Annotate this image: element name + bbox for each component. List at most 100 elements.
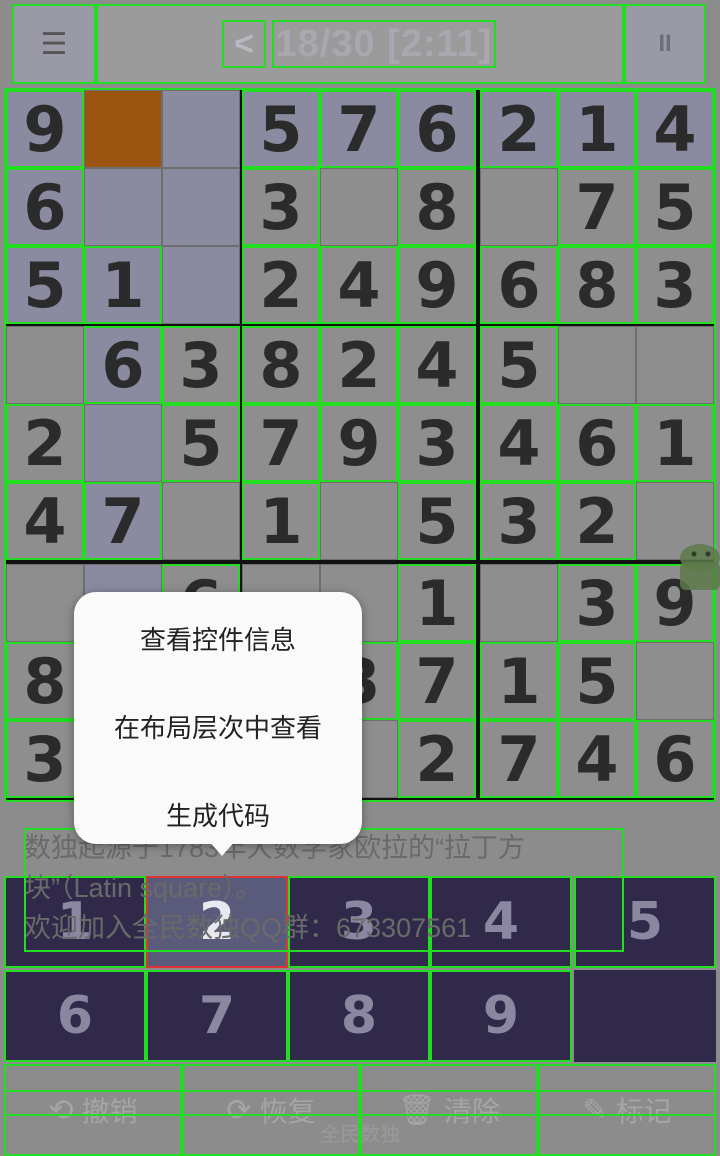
sudoku-cell[interactable]: 3 <box>242 168 320 246</box>
sudoku-cell[interactable]: 5 <box>242 90 320 168</box>
sudoku-cell[interactable]: 6 <box>6 168 84 246</box>
undo-icon: ⟲ <box>48 1093 74 1127</box>
sudoku-cell[interactable]: 9 <box>398 246 476 324</box>
puzzle-progress-timer: 18/30 [2:11] <box>272 20 496 68</box>
sudoku-cell[interactable]: 5 <box>480 326 558 404</box>
sudoku-cell[interactable]: 9 <box>320 404 398 482</box>
sudoku-cell[interactable]: 5 <box>398 482 476 560</box>
context-menu-popup: 查看控件信息 在布局层次中查看 生成代码 <box>74 592 362 844</box>
sudoku-cell[interactable]: 3 <box>558 564 636 642</box>
sudoku-cell[interactable]: 4 <box>558 720 636 798</box>
menu-item-generate-code[interactable]: 生成代码 <box>74 796 362 833</box>
sudoku-cell[interactable] <box>162 246 240 324</box>
sudoku-cell[interactable] <box>162 482 240 560</box>
sudoku-cell[interactable]: 7 <box>398 642 476 720</box>
sudoku-cell[interactable]: 1 <box>558 90 636 168</box>
sudoku-cell[interactable]: 1 <box>636 404 714 482</box>
sudoku-cell[interactable]: 2 <box>320 326 398 404</box>
toolbar-divider <box>4 1090 716 1092</box>
sudoku-cell[interactable]: 6 <box>398 90 476 168</box>
menu-item-view-in-hierarchy[interactable]: 在布局层次中查看 <box>74 708 362 745</box>
sudoku-cell[interactable]: 6 <box>84 326 162 404</box>
sudoku-cell[interactable]: 7 <box>480 720 558 798</box>
sudoku-cell[interactable]: 6 <box>636 720 714 798</box>
app-name-watermark: 全民数独 <box>320 1124 400 1146</box>
undo-button[interactable]: ⟲ 撤销 <box>4 1064 182 1156</box>
sudoku-cell[interactable]: 6 <box>558 404 636 482</box>
sudoku-cell[interactable]: 2 <box>558 482 636 560</box>
info-line-2: 块”（Latin square）。 <box>24 873 263 903</box>
sudoku-cell[interactable]: 3 <box>162 326 240 404</box>
pause-icon: II <box>658 30 672 57</box>
sudoku-cell[interactable]: 8 <box>558 246 636 324</box>
keypad-empty-slot <box>574 970 716 1062</box>
sudoku-cell[interactable]: 7 <box>558 168 636 246</box>
sudoku-cell[interactable] <box>480 168 558 246</box>
sudoku-cell[interactable] <box>84 168 162 246</box>
sudoku-cell[interactable] <box>84 404 162 482</box>
sudoku-cell[interactable]: 7 <box>242 404 320 482</box>
sudoku-cell[interactable]: 5 <box>558 642 636 720</box>
redo-icon: ⟳ <box>226 1093 252 1127</box>
sudoku-cell[interactable]: 7 <box>84 482 162 560</box>
sudoku-cell[interactable]: 8 <box>6 642 84 720</box>
pencil-icon: ✎ <box>582 1093 608 1127</box>
undo-label: 撤销 <box>81 1096 138 1127</box>
sudoku-cell[interactable]: 4 <box>480 404 558 482</box>
sudoku-cell[interactable]: 4 <box>320 246 398 324</box>
sudoku-cell[interactable] <box>636 642 714 720</box>
sudoku-cell[interactable]: 4 <box>6 482 84 560</box>
sudoku-cell[interactable]: 3 <box>6 720 84 798</box>
sudoku-cell[interactable]: 3 <box>636 246 714 324</box>
popup-pointer <box>208 840 236 856</box>
sudoku-cell[interactable]: 4 <box>398 326 476 404</box>
sudoku-cell[interactable] <box>162 168 240 246</box>
sudoku-cell[interactable] <box>162 90 240 168</box>
sudoku-cell[interactable]: 5 <box>162 404 240 482</box>
sudoku-cell[interactable]: 7 <box>320 90 398 168</box>
sudoku-cell[interactable]: 3 <box>480 482 558 560</box>
toolbar-divider <box>4 1114 716 1116</box>
sudoku-cell[interactable]: 8 <box>242 326 320 404</box>
mark-button[interactable]: ✎ 标记 <box>538 1064 716 1156</box>
sudoku-cell[interactable]: 9 <box>6 90 84 168</box>
sudoku-cell[interactable] <box>558 326 636 404</box>
number-key-6[interactable]: 6 <box>4 970 146 1062</box>
sudoku-cell[interactable]: 1 <box>398 564 476 642</box>
sudoku-cell[interactable]: 4 <box>636 90 714 168</box>
android-icon <box>680 544 720 590</box>
pause-button[interactable]: II <box>624 4 706 84</box>
menu-item-view-widget-info[interactable]: 查看控件信息 <box>74 620 362 657</box>
sudoku-cell[interactable] <box>6 564 84 642</box>
sudoku-cell[interactable]: 3 <box>398 404 476 482</box>
sudoku-cell[interactable]: 1 <box>480 642 558 720</box>
prev-puzzle-button[interactable]: < <box>222 20 266 68</box>
sudoku-cell[interactable]: 5 <box>636 168 714 246</box>
sudoku-cell[interactable]: 2 <box>480 90 558 168</box>
sudoku-cell[interactable] <box>6 326 84 404</box>
sudoku-cell[interactable] <box>636 326 714 404</box>
number-key-9[interactable]: 9 <box>430 970 572 1062</box>
menu-button[interactable]: ☰ <box>12 4 96 84</box>
number-key-7[interactable]: 7 <box>146 970 288 1062</box>
sudoku-cell[interactable]: 2 <box>6 404 84 482</box>
sudoku-cell[interactable]: 8 <box>398 168 476 246</box>
sudoku-cell[interactable]: 6 <box>480 246 558 324</box>
sudoku-cell[interactable]: 1 <box>84 246 162 324</box>
sudoku-cell[interactable]: 5 <box>6 246 84 324</box>
sudoku-cell[interactable] <box>84 90 162 168</box>
menu-icon: ☰ <box>40 27 68 61</box>
info-line-3: 欢迎加入全民数独QQ群：673307561 <box>24 913 472 943</box>
number-key-8[interactable]: 8 <box>288 970 430 1062</box>
sudoku-cell[interactable]: 1 <box>242 482 320 560</box>
sudoku-cell[interactable] <box>320 482 398 560</box>
sudoku-cell[interactable] <box>480 564 558 642</box>
redo-label: 恢复 <box>259 1096 316 1127</box>
trash-icon: 🗑 <box>397 1093 437 1127</box>
sudoku-cell[interactable] <box>320 168 398 246</box>
mark-label: 标记 <box>615 1096 672 1127</box>
sudoku-cell[interactable]: 2 <box>398 720 476 798</box>
info-text: 数独起源于1783年大数学家欧拉的“拉丁方 块”（Latin square）。 … <box>24 828 624 952</box>
clear-label: 清除 <box>444 1096 501 1127</box>
sudoku-cell[interactable]: 2 <box>242 246 320 324</box>
